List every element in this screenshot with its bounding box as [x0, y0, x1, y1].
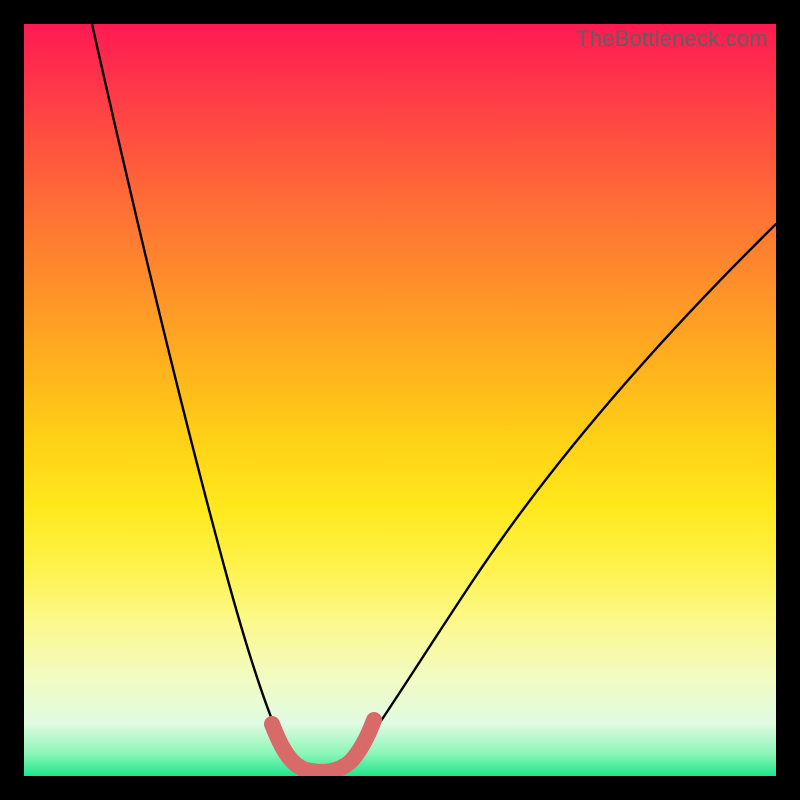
plot-area: TheBottleneck.com: [24, 24, 776, 776]
curve-valley-highlight: [272, 720, 374, 772]
chart-frame: TheBottleneck.com: [0, 0, 800, 800]
curve-right-branch: [359, 224, 776, 752]
curve-left-branch: [92, 24, 286, 752]
attribution-label: TheBottleneck.com: [576, 26, 768, 52]
bottleneck-curve-svg: [24, 24, 776, 776]
